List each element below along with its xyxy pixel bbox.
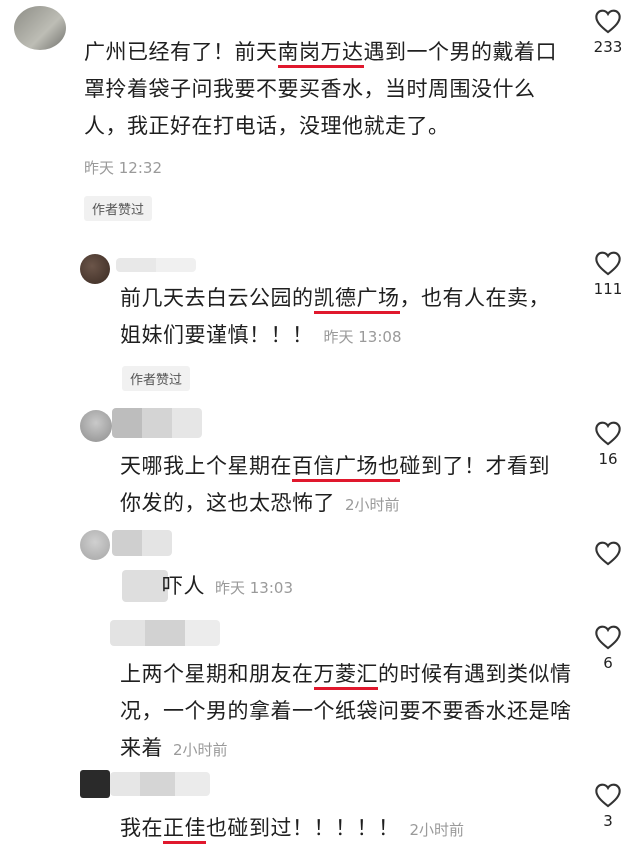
like-button[interactable]: 111 <box>588 250 628 298</box>
blurred-username <box>110 772 210 796</box>
heart-outline-icon <box>595 625 621 650</box>
like-button[interactable]: 16 <box>588 420 628 468</box>
like-button[interactable]: 233 <box>588 8 628 56</box>
like-count: 6 <box>603 654 613 672</box>
comment-time: 昨天 13:03 <box>215 579 293 597</box>
comment-text: 上两个星期和朋友在万菱汇的时候有遇到类似情况，一个男的拿着一个纸袋问要不要香水还… <box>120 662 572 760</box>
author-liked-badge: 作者赞过 <box>122 366 191 391</box>
like-button[interactable] <box>588 540 628 570</box>
underlined-location: 万菱汇 <box>313 662 378 690</box>
heart-outline-icon <box>595 251 621 276</box>
avatar[interactable] <box>80 530 110 560</box>
comment-text: 广州已经有了！前天南岗万达遇到一个男的戴着口罩拎着袋子问我要不要买香水，当时周围… <box>84 40 557 138</box>
heart-outline-icon <box>595 421 621 446</box>
author-liked-badge: 作者赞过 <box>84 196 153 221</box>
comment-time: 昨天 13:08 <box>323 328 402 346</box>
comment-text: 吓人 昨天 13:03 <box>162 574 293 598</box>
blurred-username <box>112 408 202 438</box>
underlined-location: 正佳 <box>163 816 206 844</box>
like-count: 111 <box>593 280 623 298</box>
blurred-username <box>112 530 172 556</box>
like-button[interactable]: 6 <box>588 624 628 672</box>
comment-text: 前几天去白云公园的凯德广场，也有人在卖，姐妹们要谨慎！！！ 昨天 13:08 <box>120 286 550 347</box>
underlined-location: 百信广场也 <box>292 454 400 482</box>
like-count: 233 <box>593 38 623 56</box>
comment-text: 天哪我上个星期在百信广场也碰到了！才看到你发的，这也太恐怖了 2小时前 <box>120 454 550 515</box>
comment-time: 2小时前 <box>173 741 228 759</box>
avatar[interactable] <box>80 410 112 442</box>
avatar[interactable] <box>14 6 66 50</box>
like-count: 3 <box>603 812 613 830</box>
like-button[interactable]: 3 <box>588 782 628 830</box>
heart-outline-icon <box>595 783 621 808</box>
comment-time: 2小时前 <box>345 496 400 514</box>
blurred-username <box>116 258 196 272</box>
comment-time: 昨天 12:32 <box>84 159 162 177</box>
avatar[interactable] <box>80 770 110 798</box>
underlined-location: 凯德广场 <box>313 286 400 314</box>
like-count: 16 <box>598 450 618 468</box>
heart-outline-icon <box>595 541 621 566</box>
underlined-location: 南岗万达 <box>277 40 364 68</box>
heart-outline-icon <box>595 9 621 34</box>
avatar[interactable] <box>80 254 110 284</box>
blurred-username <box>110 620 220 646</box>
comment-text: 我在正佳也碰到过！！！！！ 2小时前 <box>120 810 580 849</box>
comment-time: 2小时前 <box>409 821 465 839</box>
